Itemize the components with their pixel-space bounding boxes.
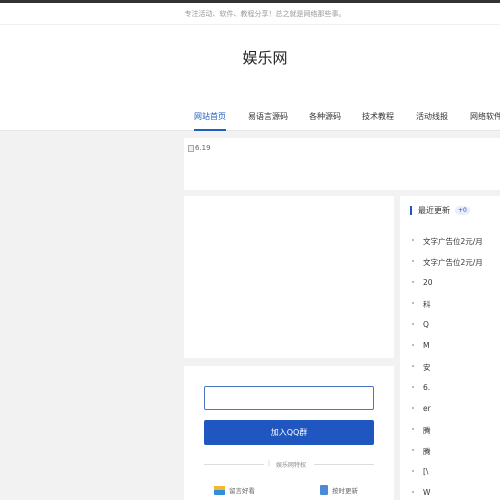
feature-label: 按时更新 xyxy=(332,487,358,495)
list-item-title: Q xyxy=(423,320,429,329)
list-item[interactable]: 腾 xyxy=(410,425,500,435)
bullet-icon xyxy=(412,491,414,493)
list-item-title: 文字广告位2元/月 xyxy=(423,258,483,267)
qq-group-panel: 加入QQ群 | 娱乐网特权 留言好看 按时更新 xyxy=(184,366,394,500)
qq-input[interactable] xyxy=(204,386,374,410)
list-item[interactable]: Q xyxy=(410,320,500,330)
list-item[interactable]: 文字广告位2元/月 xyxy=(410,257,500,267)
bullet-icon xyxy=(412,407,414,409)
nav-item-home[interactable]: 网站首页 xyxy=(194,103,226,131)
feature-item: 留言好看 xyxy=(214,484,255,496)
bullet-icon xyxy=(412,323,414,325)
list-item-title: er xyxy=(423,404,431,413)
bullet-icon xyxy=(412,344,414,346)
nav-item-e-language-source[interactable]: 易语言源码 xyxy=(248,103,288,131)
bullet-icon xyxy=(412,260,414,262)
list-item-title: W xyxy=(423,488,431,497)
list-item-title: 腾 xyxy=(423,447,431,456)
bullet-icon xyxy=(412,302,414,304)
list-item[interactable]: [\ xyxy=(410,467,500,477)
features-divider-left xyxy=(204,464,264,465)
features-title: 娱乐网特权 xyxy=(276,462,307,469)
list-item-title: M xyxy=(423,341,430,350)
bullet-icon xyxy=(412,470,414,472)
list-item-title: 20 xyxy=(423,278,433,287)
features-divider-right xyxy=(314,464,374,465)
features-heading-separator: | xyxy=(267,460,271,467)
nav-item-tech-tutorials[interactable]: 技术教程 xyxy=(362,103,394,131)
list-item-title: 安 xyxy=(423,363,431,372)
list-item[interactable]: 6. xyxy=(410,383,500,393)
nav-item-network-software[interactable]: 网络软件 xyxy=(470,103,500,131)
list-item-title: 文字广告位2元/月 xyxy=(423,237,483,246)
bullet-icon xyxy=(412,365,414,367)
document-icon xyxy=(320,485,328,495)
list-item[interactable]: 20 xyxy=(410,278,500,288)
list-item-title: [\ xyxy=(423,467,429,476)
site-title[interactable]: 娱乐网 xyxy=(0,47,500,68)
list-item-title: 6. xyxy=(423,383,431,392)
bullet-icon xyxy=(412,428,414,430)
recent-updates-title: 最近更新 xyxy=(418,205,450,215)
list-item[interactable]: M xyxy=(410,341,500,351)
feature-label: 留言好看 xyxy=(229,487,255,495)
nav-item-various-source[interactable]: 各种源码 xyxy=(309,103,341,131)
list-item-title: 腾 xyxy=(423,426,431,435)
site-tagline: 专注活动、软件、教程分享！总之就是网络那些事。 xyxy=(184,10,346,18)
bullet-icon xyxy=(412,449,414,451)
bullet-icon xyxy=(412,386,414,388)
bullet-icon xyxy=(412,239,414,241)
content-panel xyxy=(184,196,394,358)
recent-updates-header: 最近更新 +0 xyxy=(410,205,470,215)
list-item-title: 科 xyxy=(423,300,431,309)
banner-image[interactable]: 6.19 xyxy=(188,144,211,152)
features-heading: | 娱乐网特权 xyxy=(204,458,374,470)
site-header: 专注活动、软件、教程分享！总之就是网络那些事。 娱乐网 网站首页 易语言源码 各… xyxy=(0,3,500,131)
recent-count-badge: +0 xyxy=(455,205,470,215)
list-item[interactable]: er xyxy=(410,404,500,414)
feature-item: 按时更新 xyxy=(320,484,358,496)
list-item[interactable]: 安 xyxy=(410,362,500,372)
list-item[interactable]: 腾 xyxy=(410,446,500,456)
list-item[interactable]: W xyxy=(410,488,500,498)
banner-alt-text: 6.19 xyxy=(195,144,211,152)
list-item[interactable]: 文字广告位2元/月 xyxy=(410,236,500,246)
broken-image-icon xyxy=(188,144,194,152)
mail-icon xyxy=(214,485,225,495)
recent-updates-panel: 最近更新 +0 文字广告位2元/月 文字广告位2元/月 20 科 Q M 安 6. er 腾腾 [\… xyxy=(400,196,500,500)
nav-item-activity-news[interactable]: 活动线报 xyxy=(416,103,448,131)
header-accent-bar xyxy=(410,205,412,215)
list-item[interactable]: 科 xyxy=(410,299,500,309)
join-qq-group-button[interactable]: 加入QQ群 xyxy=(204,420,374,445)
header-divider xyxy=(0,24,500,25)
banner-area: 6.19 xyxy=(184,138,500,190)
bullet-icon xyxy=(412,281,414,283)
